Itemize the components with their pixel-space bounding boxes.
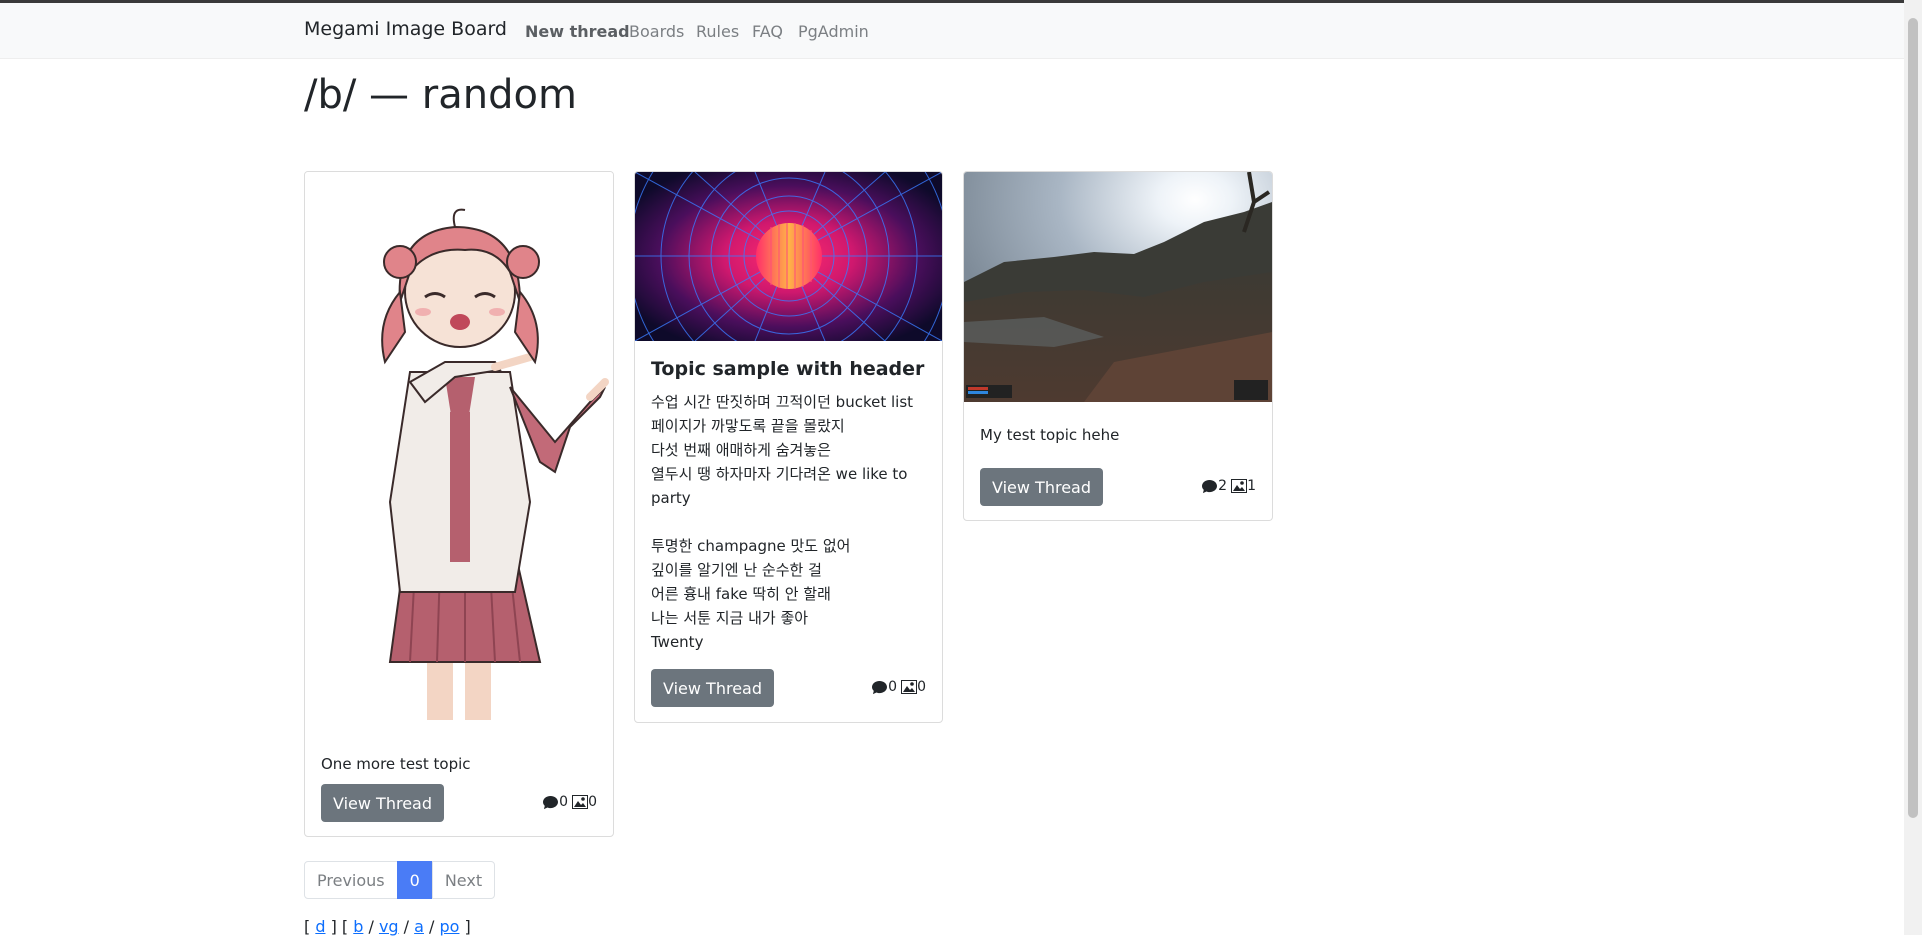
- page-scrollbar[interactable]: [1904, 0, 1922, 935]
- image-icon: [572, 795, 589, 809]
- board-links: [ d ] [ b / vg / a / po ]: [304, 917, 471, 936]
- thread-counts: 0 0: [542, 794, 597, 810]
- thread-text: 수업 시간 딴짓하며 끄적이던 bucket list 페이지가 까맣도록 끝을…: [651, 393, 914, 651]
- comment-icon: [1202, 479, 1218, 493]
- image-count: 1: [1247, 478, 1256, 494]
- reply-count: 0: [888, 679, 898, 695]
- reply-count: 2: [1218, 478, 1228, 494]
- nav-new-thread[interactable]: New thread: [525, 22, 630, 41]
- comment-icon: [543, 795, 559, 809]
- thread-counts: 2 1: [1201, 478, 1256, 494]
- board-link-b[interactable]: b: [353, 917, 363, 936]
- image-count: 0: [588, 794, 597, 810]
- nav-rules[interactable]: Rules: [696, 22, 739, 41]
- nav-faq[interactable]: FAQ: [752, 22, 783, 41]
- thread-image[interactable]: [635, 172, 942, 341]
- thread-image[interactable]: [305, 172, 613, 720]
- pagination: Previous 0 Next: [304, 861, 496, 899]
- card-body: Topic sample with header 수업 시간 딴짓하며 끄적이던…: [651, 358, 926, 654]
- thread-counts: 0 0: [871, 679, 926, 695]
- page-title: /b/ — random: [304, 72, 577, 118]
- scrollbar-thumb[interactable]: [1908, 18, 1918, 818]
- image-icon: [901, 680, 918, 694]
- pagination-next[interactable]: Next: [431, 861, 496, 899]
- thread-card: One more test topic View Thread 0 0: [304, 171, 614, 837]
- view-thread-button[interactable]: View Thread: [651, 669, 774, 707]
- pagination-page-current[interactable]: 0: [396, 861, 433, 899]
- thread-text: My test topic hehe: [980, 426, 1120, 444]
- pagination-previous[interactable]: Previous: [304, 861, 398, 899]
- card-body: My test topic hehe: [980, 423, 1256, 447]
- view-thread-button[interactable]: View Thread: [980, 468, 1103, 506]
- thread-text: One more test topic: [321, 755, 471, 773]
- board-link-po[interactable]: po: [440, 917, 460, 936]
- brand-link[interactable]: Megami Image Board: [304, 18, 507, 40]
- reply-count: 0: [559, 794, 569, 810]
- nav-pgadmin[interactable]: PgAdmin: [798, 22, 869, 41]
- image-count: 0: [917, 679, 926, 695]
- board-link-vg[interactable]: vg: [379, 917, 399, 936]
- navbar: Megami Image Board New thread Boards Rul…: [0, 3, 1904, 59]
- view-thread-button[interactable]: View Thread: [321, 784, 444, 822]
- thread-image[interactable]: [964, 172, 1272, 402]
- board-link-a[interactable]: a: [414, 917, 424, 936]
- thread-title: Topic sample with header: [651, 358, 925, 380]
- nav-boards[interactable]: Boards: [629, 22, 684, 41]
- comment-icon: [872, 680, 888, 694]
- board-link-d[interactable]: d: [315, 917, 325, 936]
- card-body: One more test topic: [321, 752, 597, 776]
- thread-card: Topic sample with header 수업 시간 딴짓하며 끄적이던…: [634, 171, 943, 723]
- thread-card: My test topic hehe View Thread 2 1: [963, 171, 1273, 521]
- image-icon: [1231, 479, 1248, 493]
